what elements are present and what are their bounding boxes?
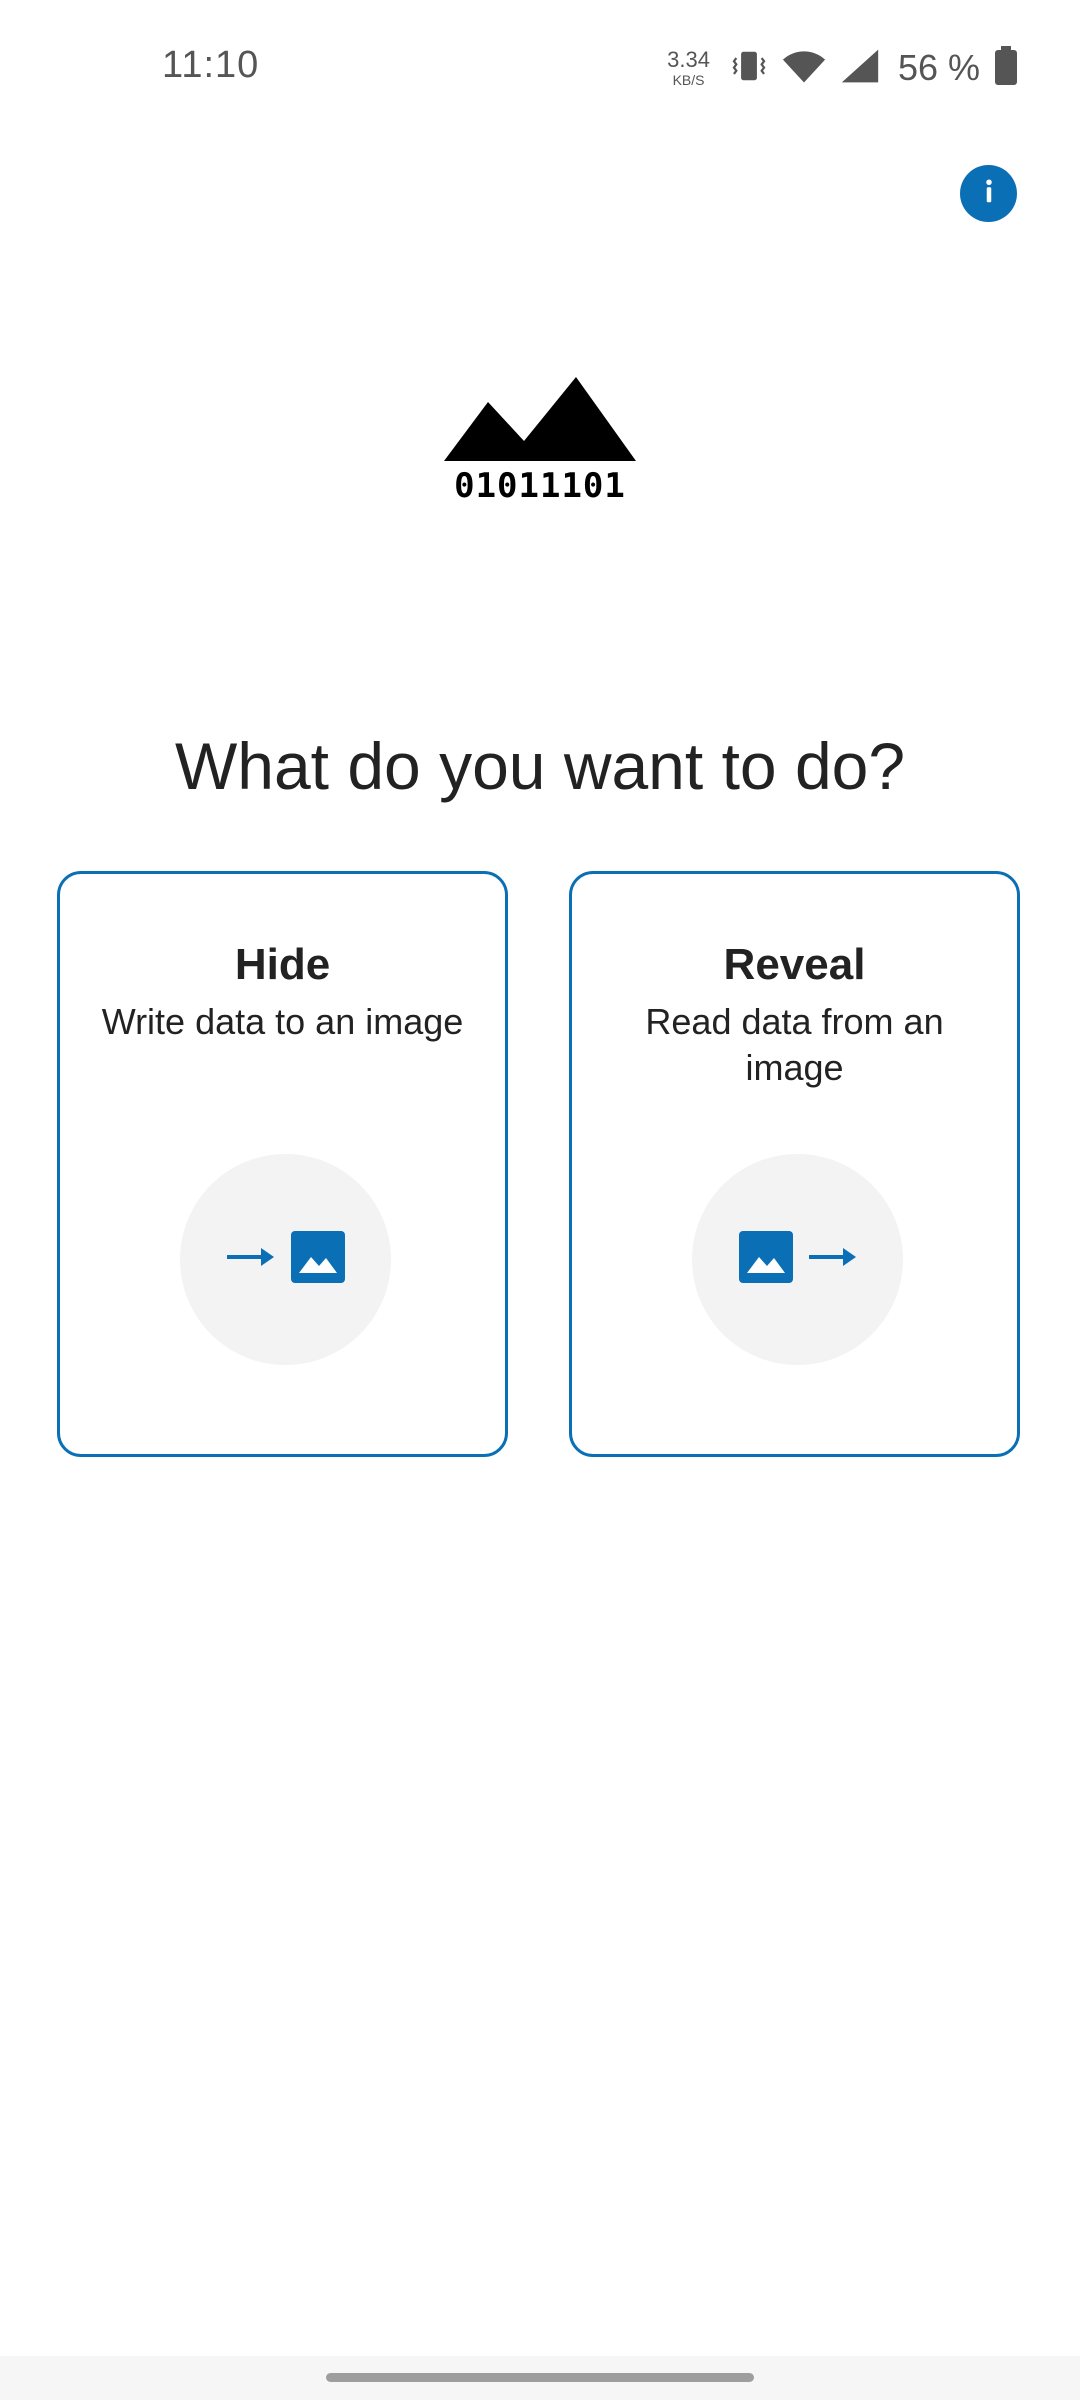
network-speed-value: 3.34 <box>667 47 710 72</box>
image-icon <box>290 1231 345 1288</box>
wifi-icon <box>782 47 826 90</box>
info-icon <box>974 176 1004 211</box>
network-speed: 3.34 KB/S <box>667 47 710 88</box>
vibrate-icon <box>730 47 768 90</box>
logo-binary-text: 01011101 <box>454 466 626 506</box>
status-bar: 11:10 3.34 KB/S 56 % <box>0 0 1080 136</box>
status-icons: 3.34 KB/S 56 % <box>667 42 1018 94</box>
image-icon <box>738 1231 793 1288</box>
info-button[interactable] <box>960 165 1017 222</box>
arrow-right-icon <box>808 1245 857 1274</box>
battery-icon <box>994 45 1018 91</box>
signal-icon <box>840 47 880 90</box>
reveal-icon-circle <box>692 1154 903 1365</box>
hide-icon-circle <box>180 1154 391 1365</box>
hide-option-card[interactable]: Hide Write data to an image <box>57 871 508 1457</box>
reveal-option-card[interactable]: Reveal Read data from an image <box>569 871 1020 1457</box>
hide-title: Hide <box>234 940 331 989</box>
battery-percent: 56 % <box>897 47 980 88</box>
page-title: What do you want to do? <box>174 729 906 803</box>
reveal-description: Read data from an image <box>645 1001 944 1088</box>
hide-description: Write data to an image <box>101 1001 464 1042</box>
arrow-right-icon <box>226 1245 275 1274</box>
network-speed-unit: KB/S <box>672 72 705 88</box>
status-time: 11:10 <box>162 44 260 86</box>
mountains-icon <box>444 377 636 461</box>
reveal-title: Reveal <box>723 940 866 989</box>
gesture-handle[interactable] <box>326 2373 754 2382</box>
